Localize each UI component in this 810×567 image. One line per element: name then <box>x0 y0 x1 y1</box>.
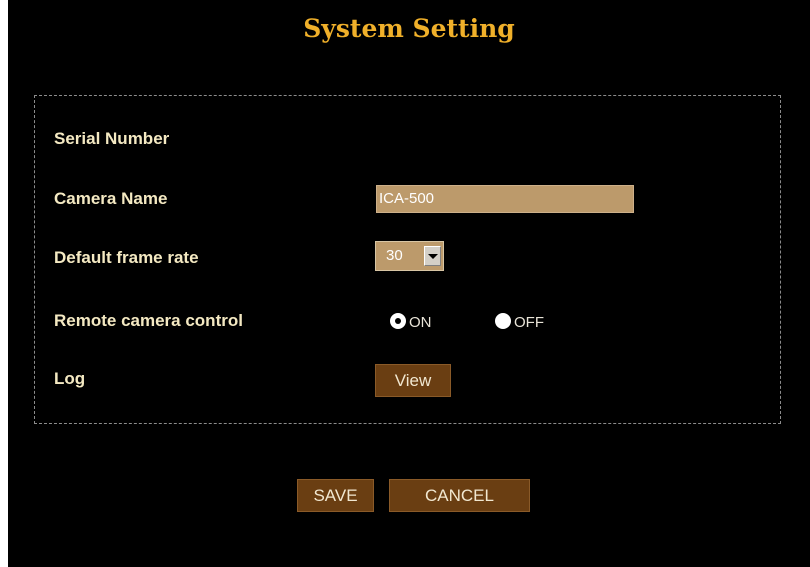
frame-rate-select[interactable]: 30 <box>375 241 444 271</box>
cancel-button[interactable]: CANCEL <box>389 479 530 512</box>
log-label: Log <box>54 369 86 388</box>
remote-on-label[interactable]: ON <box>409 314 432 331</box>
frame-rate-label: Default frame rate <box>54 248 199 267</box>
chevron-down-icon[interactable] <box>424 246 441 266</box>
remote-off-radio[interactable] <box>495 313 511 329</box>
camera-name-input[interactable]: ICA-500 <box>376 185 634 213</box>
frame-rate-value: 30 <box>386 247 403 264</box>
serial-number-label: Serial Number <box>54 129 170 148</box>
remote-off-label[interactable]: OFF <box>514 314 544 331</box>
remote-control-label: Remote camera control <box>54 311 243 330</box>
remote-on-radio[interactable] <box>390 313 406 329</box>
page-title: System Setting <box>303 14 515 43</box>
log-view-button[interactable]: View <box>375 364 451 397</box>
save-button[interactable]: SAVE <box>297 479 374 512</box>
settings-panel: System Setting Serial Number Camera Name… <box>8 0 810 567</box>
camera-name-label: Camera Name <box>54 189 168 208</box>
